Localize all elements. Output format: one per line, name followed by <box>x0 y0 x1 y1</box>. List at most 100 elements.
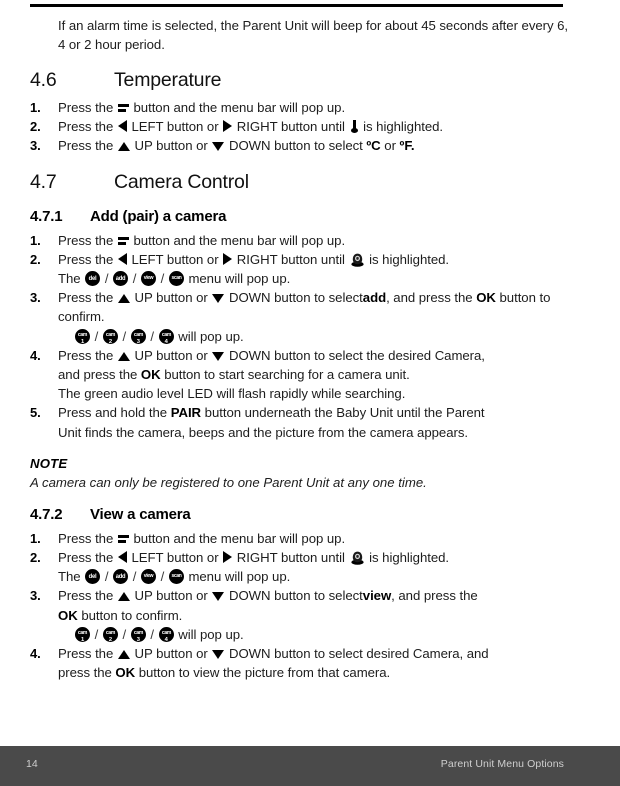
step-text: LEFT button or <box>131 550 219 566</box>
badge-separator: / <box>122 626 127 642</box>
steps-list-4-7-2: 1. Press the button and the menu bar wil… <box>30 529 570 683</box>
step-text: UP button or <box>134 646 208 662</box>
page-content: If an alarm time is selected, the Parent… <box>30 16 570 682</box>
step-text: RIGHT button until <box>236 251 345 267</box>
menu-bar-icon <box>117 534 129 544</box>
subsection-title: Add (pair) a camera <box>90 207 227 225</box>
badge-separator: / <box>150 328 154 344</box>
section-heading-4-6: 4.6 Temperature <box>30 68 570 92</box>
step-text: or <box>384 138 396 154</box>
steps-list-4-7-1: 1. Press the button and the menu bar wil… <box>30 231 570 442</box>
menu-option-add: add <box>362 290 387 306</box>
step-marker: 1. <box>30 530 41 546</box>
step-text: will pop up. <box>178 328 244 344</box>
left-arrow-icon <box>117 551 127 564</box>
step-marker: 1. <box>30 100 41 115</box>
step-text: Press the <box>58 588 114 604</box>
view-badge: view <box>140 569 156 585</box>
step-text: Press the <box>58 119 114 135</box>
step-marker: 2. <box>30 550 41 566</box>
step-marker: 5. <box>30 405 41 421</box>
scan-badge: scan <box>168 569 184 585</box>
down-arrow-icon <box>212 592 225 602</box>
note-body: A camera can only be registered to one P… <box>30 474 427 490</box>
view-badge: view <box>140 271 156 287</box>
up-arrow-icon <box>117 294 130 304</box>
step-text: menu will pop up. <box>188 271 291 287</box>
intro-line-1: If an alarm time is selected, the Parent… <box>58 18 489 33</box>
badge-separator: / <box>150 626 154 642</box>
steps-list-4-6: 1. Press the button and the menu bar wil… <box>30 98 570 156</box>
step-item: 2. Press the LEFT button or RIGHT button… <box>30 548 570 586</box>
step-item: 2. Press the LEFT button or RIGHT button… <box>30 117 570 136</box>
step-item: 4. Press the UP button or DOWN button to… <box>30 644 570 682</box>
cam2-badge: cam 2 <box>102 626 118 642</box>
badge-separator: / <box>104 569 109 585</box>
step-subline: The del / add / view / scan menu will po… <box>58 567 570 586</box>
step-marker: 2. <box>30 251 41 267</box>
step-marker: 1. <box>30 232 41 248</box>
badge-separator: / <box>122 328 127 344</box>
camera-icon <box>350 253 364 267</box>
thermometer-icon <box>350 120 358 134</box>
badge-separator: / <box>104 271 109 287</box>
step-item: 1. Press the button and the menu bar wil… <box>30 231 570 250</box>
del-badge: del <box>85 569 101 585</box>
add-badge: add <box>113 271 129 287</box>
down-arrow-icon <box>212 650 225 660</box>
up-arrow-icon <box>117 351 130 361</box>
step-subline: press the OK button to view the picture … <box>58 663 570 682</box>
step-item: 3. Press the UP button or DOWN button to… <box>30 136 570 155</box>
page-top-rule <box>30 4 563 7</box>
down-arrow-icon <box>212 294 225 304</box>
down-arrow-icon <box>212 351 225 361</box>
cam2-badge: cam 2 <box>102 328 118 344</box>
step-subline: The green audio level LED will flash rap… <box>58 386 406 402</box>
step-text: Press the <box>58 138 114 154</box>
note-block: NOTE A camera can only be registered to … <box>30 454 570 492</box>
step-text: button and the menu bar will pop up. <box>133 530 346 546</box>
step-text: is highlighted. <box>363 119 444 135</box>
cam1-badge: cam 1 <box>75 626 90 642</box>
note-title: NOTE <box>30 455 68 471</box>
step-text: , and press the <box>391 588 478 604</box>
camera-icon <box>350 551 364 565</box>
step-subline: cam 1 / cam 2 / cam 3 / cam 4 will pop up. <box>58 625 570 644</box>
section-number: 4.7 <box>30 170 57 193</box>
right-arrow-icon <box>223 120 233 133</box>
step-item: 2. Press the LEFT button or RIGHT button… <box>30 250 570 288</box>
subsection-heading-4-7-1: 4.7.1 Add (pair) a camera <box>30 207 570 227</box>
badge-separator: / <box>94 328 99 344</box>
down-arrow-icon <box>212 142 225 152</box>
step-text: Press the <box>58 100 114 115</box>
step-marker: 3. <box>30 290 41 306</box>
subsection-number: 4.7.2 <box>30 505 63 523</box>
step-text: Press the <box>58 232 114 248</box>
step-text: DOWN button to select the desired Camera… <box>228 347 485 363</box>
step-subline: cam 1 / cam 2 / cam 3 / cam 4 will pop up. <box>58 327 570 346</box>
step-text: Press the <box>58 347 114 363</box>
step-item: 3. Press the UP button or DOWN button to… <box>30 586 570 644</box>
badge-separator: / <box>160 569 165 585</box>
step-text: DOWN button to select <box>228 588 363 604</box>
scan-badge: scan <box>168 271 184 287</box>
subsection-heading-4-7-2: 4.7.2 View a camera <box>30 505 570 525</box>
unit-celsius: ºC <box>366 138 381 154</box>
step-text: DOWN button to select <box>228 290 363 306</box>
del-badge: del <box>85 271 101 287</box>
cam1-badge: cam 1 <box>75 328 90 344</box>
step-text: UP button or <box>134 588 208 604</box>
step-subline: The del / add / view / scan menu will po… <box>58 269 570 288</box>
step-subline: and press the OK button to start searchi… <box>58 365 570 384</box>
page-number: 14 <box>26 758 38 770</box>
cam4-badge: cam 4 <box>158 626 174 642</box>
subsection-title: View a camera <box>90 505 191 523</box>
step-text: DOWN button to select desired Camera, an… <box>228 646 489 662</box>
step-item: 4. Press the UP button or DOWN button to… <box>30 346 570 404</box>
badge-separator: / <box>132 569 137 585</box>
step-text: RIGHT button until <box>236 550 345 566</box>
step-item: 1. Press the button and the menu bar wil… <box>30 529 570 548</box>
step-text: The <box>58 569 81 585</box>
step-text: Press the <box>58 530 114 546</box>
step-marker: 3. <box>30 138 41 154</box>
